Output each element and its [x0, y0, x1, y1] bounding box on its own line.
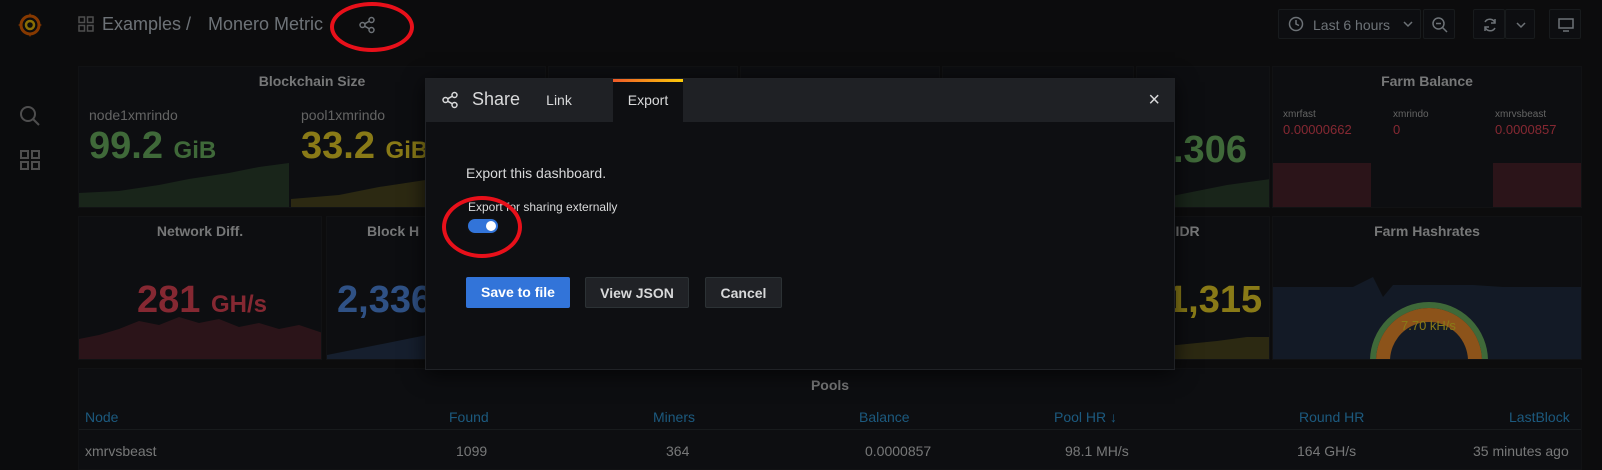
save-to-file-button[interactable]: Save to file — [466, 277, 570, 308]
active-tab-indicator — [613, 79, 683, 82]
share-modal: Share Link Export × Export this dashboar… — [425, 78, 1175, 370]
share-icon — [442, 91, 458, 109]
tab-export-label: Export — [627, 92, 669, 108]
modal-header: Share Link Export × — [426, 79, 1174, 122]
export-description: Export this dashboard. — [466, 165, 607, 181]
annotation-circle-share — [330, 2, 414, 52]
cancel-button[interactable]: Cancel — [705, 277, 782, 308]
tab-link[interactable]: Link — [534, 79, 584, 122]
close-icon[interactable]: × — [1148, 89, 1160, 112]
view-json-button[interactable]: View JSON — [585, 277, 689, 308]
annotation-circle-toggle — [442, 196, 522, 258]
modal-title: Share — [472, 89, 521, 109]
tab-export[interactable]: Export — [613, 79, 683, 122]
